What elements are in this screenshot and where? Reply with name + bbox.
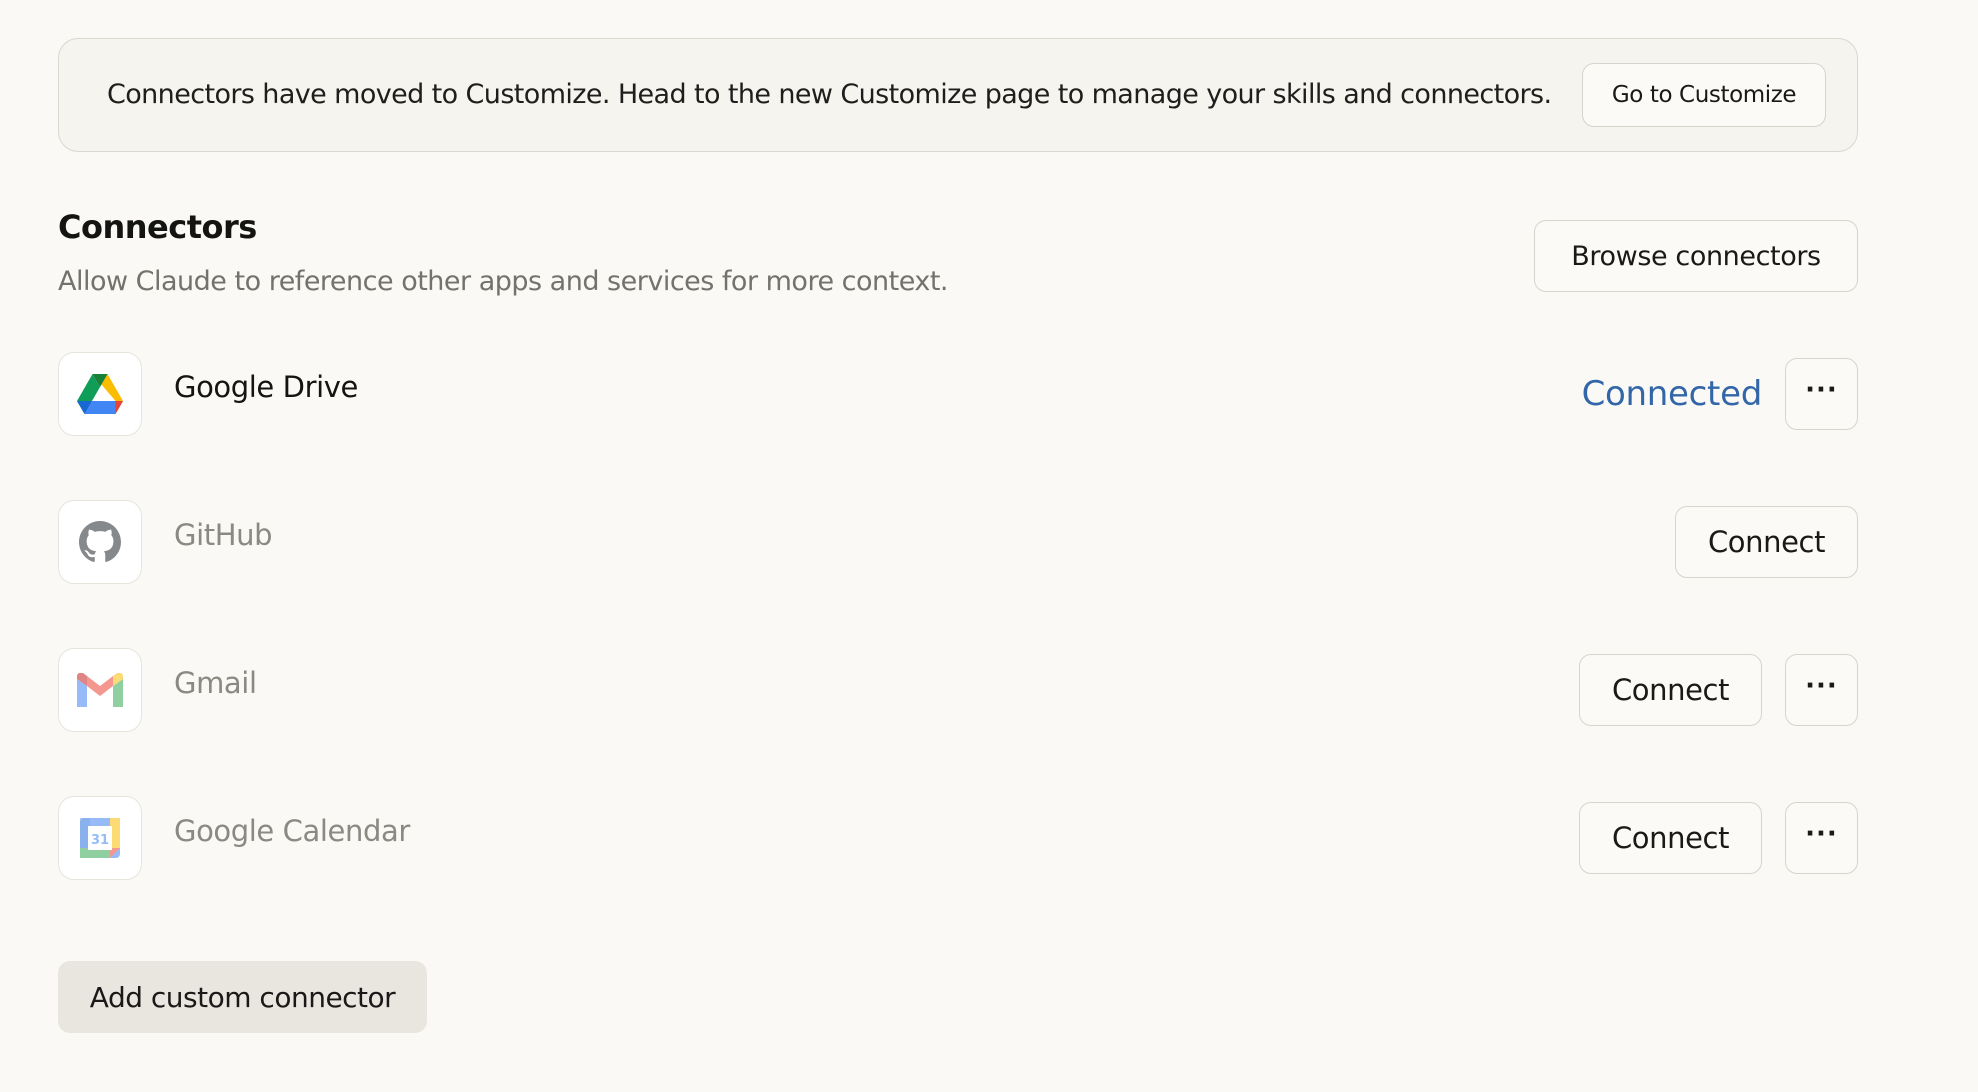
connector-name: Gmail bbox=[174, 666, 257, 700]
google-drive-icon bbox=[58, 352, 142, 436]
connect-button[interactable]: Connect bbox=[1675, 506, 1858, 578]
page-subtitle: Allow Claude to reference other apps and… bbox=[58, 266, 949, 297]
more-options-button[interactable]: ··· bbox=[1785, 358, 1858, 430]
page-title: Connectors bbox=[58, 208, 257, 246]
connector-name: GitHub bbox=[174, 518, 273, 552]
go-to-customize-button[interactable]: Go to Customize bbox=[1582, 63, 1826, 127]
google-calendar-icon: 31 bbox=[58, 796, 142, 880]
more-options-button[interactable]: ··· bbox=[1785, 654, 1858, 726]
connector-row-gmail: Gmail Connect ··· bbox=[58, 648, 1858, 732]
connector-name: Google Drive bbox=[174, 370, 358, 404]
connector-name: Google Calendar bbox=[174, 814, 410, 848]
add-custom-connector-button[interactable]: Add custom connector bbox=[58, 961, 427, 1033]
connector-row-github: GitHub Connect bbox=[58, 500, 1858, 584]
calendar-day-number: 31 bbox=[91, 833, 109, 848]
banner-message: Connectors have moved to Customize. Head… bbox=[107, 79, 1552, 110]
more-options-button[interactable]: ··· bbox=[1785, 802, 1858, 874]
customize-moved-banner: Connectors have moved to Customize. Head… bbox=[58, 38, 1858, 152]
browse-connectors-button[interactable]: Browse connectors bbox=[1534, 220, 1858, 292]
connect-button[interactable]: Connect bbox=[1579, 654, 1762, 726]
connect-button[interactable]: Connect bbox=[1579, 802, 1762, 874]
connector-row-google-calendar: 31 Google Calendar Connect ··· bbox=[58, 796, 1858, 880]
connector-row-google-drive: Google Drive Connected ··· bbox=[58, 352, 1858, 436]
connected-status: Connected bbox=[1581, 374, 1763, 414]
github-icon bbox=[58, 500, 142, 584]
gmail-icon bbox=[58, 648, 142, 732]
